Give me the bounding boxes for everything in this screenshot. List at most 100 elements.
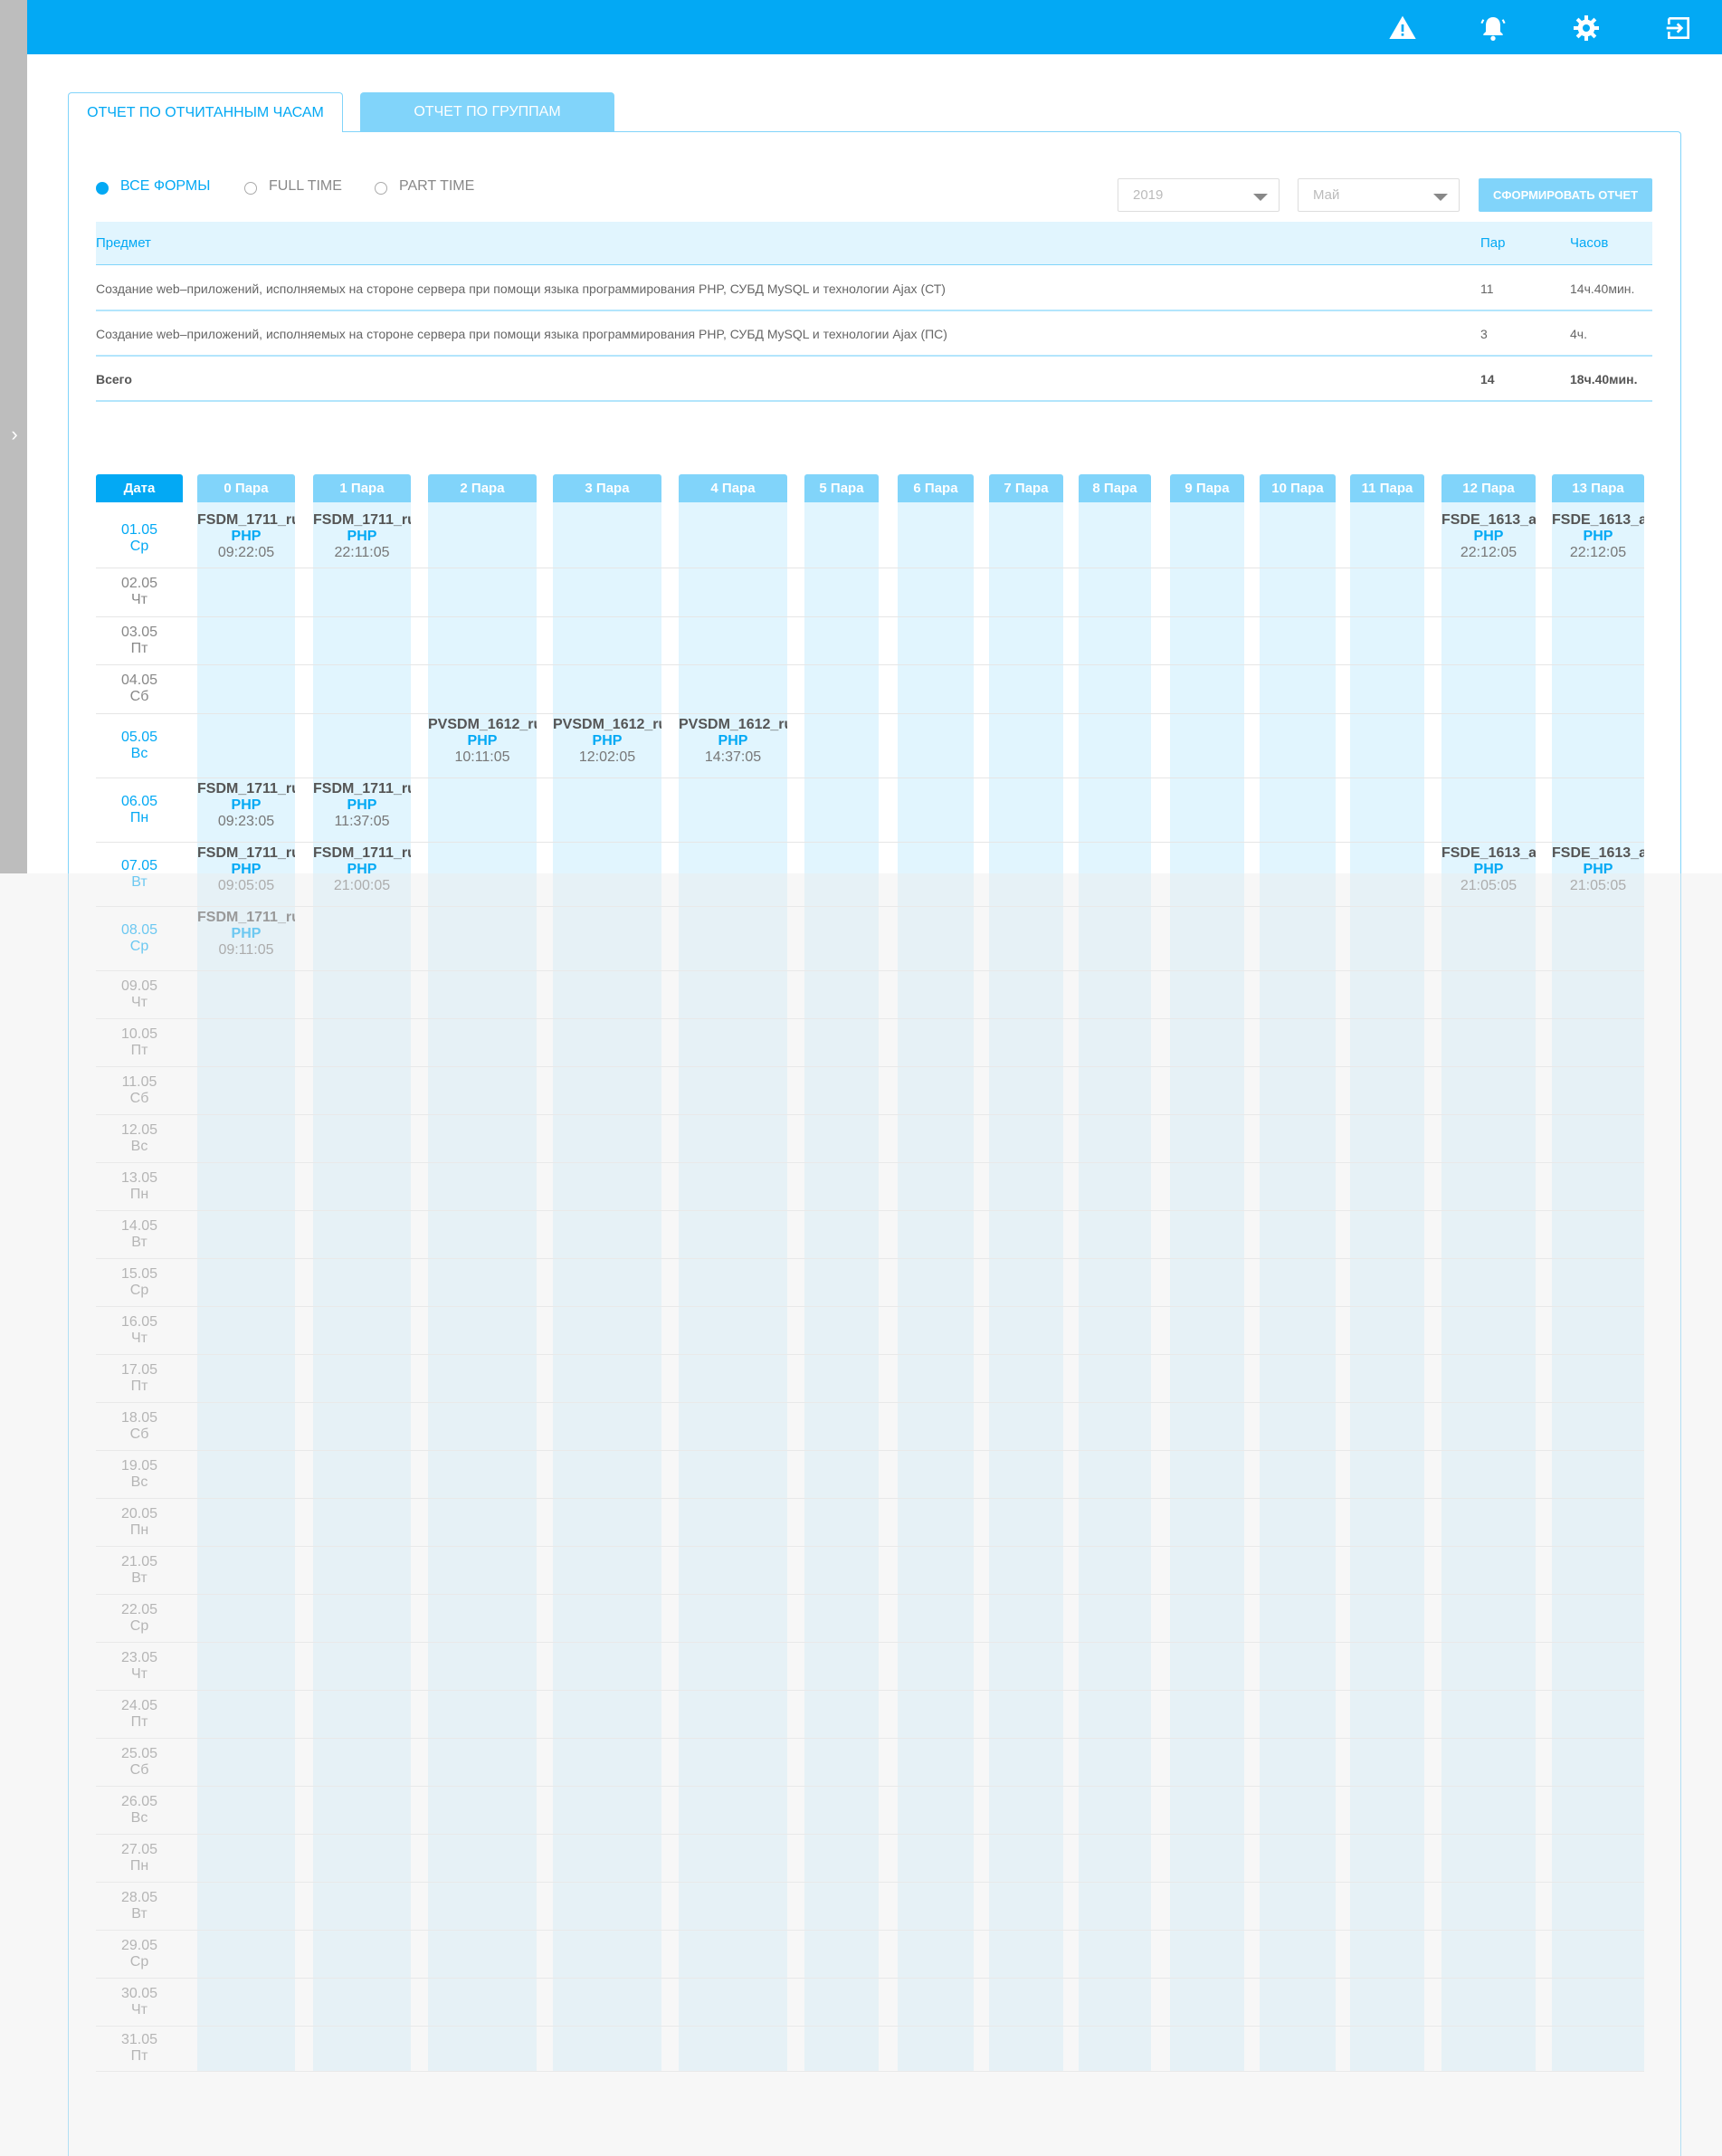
month-select[interactable]: Май [1298,178,1460,212]
entry-subject: PHP [592,733,623,749]
row-divider [96,1738,1644,1739]
entry-subject: PHP [347,529,377,544]
column-header-pair: 0 Пара [197,474,295,502]
date-cell: 06.05 Пн [96,794,183,826]
summary-total-label: Всего [96,372,132,386]
entry-group: FSDM_1711_ru [197,781,295,797]
date-label: 09.05 [120,978,158,994]
weekday-label: Пн [129,1186,149,1202]
entry-subject: PHP [1473,529,1504,544]
radio-all-forms[interactable]: ВСЕ ФОРМЫ [96,177,210,196]
schedule-entry[interactable]: PVSDM_1612_ru PHP 10:11:05 [428,717,537,766]
summary-hours: 14ч.40мин. [1570,281,1635,296]
weekday-label: Чт [131,1330,147,1346]
date-label: 24.05 [120,1697,158,1713]
schedule-entry[interactable]: FSDM_1711_ru PHP 21:00:05 [313,845,411,894]
weekday-label: Пн [129,809,149,825]
schedule-entry[interactable]: FSDM_1711_ru PHP 22:11:05 [313,512,411,561]
entry-time: 09:23:05 [217,814,275,829]
column-header-pair: 5 Пара [804,474,879,502]
entry-time: 21:05:05 [1569,878,1627,893]
date-cell: 22.05 Ср [96,1602,183,1635]
date-label: 28.05 [120,1889,158,1905]
schedule-entry[interactable]: PVSDM_1612_ru PHP 14:37:05 [679,717,787,766]
warning-icon[interactable] [1388,14,1417,43]
row-divider [96,970,1644,971]
schedule-entry[interactable]: FSDM_1711_ru PHP 09:23:05 [197,781,295,830]
gear-icon[interactable] [1572,14,1601,43]
summary-table-header: Предмет Пар Часов [96,222,1652,265]
date-cell: 12.05 Вс [96,1122,183,1155]
chevron-down-icon [1433,194,1448,201]
column-header-pair: 8 Пара [1079,474,1151,502]
date-label: 26.05 [120,1793,158,1809]
entry-time: 09:05:05 [217,878,275,893]
row-divider [96,1978,1644,1979]
weekday-label: Сб [129,1761,149,1778]
date-cell: 02.05 Чт [96,576,183,608]
tab-groups-report[interactable]: ОТЧЕТ ПО ГРУППАМ [360,92,614,132]
row-divider [96,1018,1644,1019]
schedule-entry[interactable]: FSDE_1613_az PHP 21:05:05 [1552,845,1644,894]
row-divider [96,1402,1644,1403]
pair-column-bg [313,502,411,2071]
date-cell: 18.05 Сб [96,1410,183,1443]
date-label: 11.05 [121,1073,157,1090]
date-label: 07.05 [120,857,158,873]
radio-part-time[interactable]: PART TIME [375,177,474,196]
entry-group: PVSDM_1612_ru [679,717,787,732]
date-cell: 13.05 Пн [96,1170,183,1203]
chevron-right-icon[interactable]: › [5,421,24,448]
pair-column-bg [1079,502,1151,2071]
weekday-label: Пн [129,1857,149,1874]
column-header-pair: 12 Пара [1441,474,1536,502]
date-label: 29.05 [120,1937,158,1953]
row-divider [96,1882,1644,1883]
schedule-entry[interactable]: FSDE_1613_az PHP 22:12:05 [1552,512,1644,561]
row-divider [96,777,1644,778]
date-label: 10.05 [120,1026,158,1042]
schedule-entry[interactable]: FSDM_1711_ru PHP 09:22:05 [197,512,295,561]
schedule-entry[interactable]: FSDE_1613_az PHP 22:12:05 [1441,512,1536,561]
header-pairs: Пар [1480,235,1506,251]
pair-column-bg [1441,502,1536,2071]
schedule-entry[interactable]: FSDE_1613_az PHP 21:05:05 [1441,845,1536,894]
date-cell: 29.05 Ср [96,1938,183,1970]
radio-full-time[interactable]: FULL TIME [244,177,342,196]
generate-report-button[interactable]: СФОРМИРОВАТЬ ОТЧЕТ [1479,178,1652,212]
schedule-entry[interactable]: FSDM_1711_ru PHP 09:11:05 [197,910,295,959]
column-header-pair: 1 Пара [313,474,411,502]
date-cell: 03.05 Пт [96,625,183,657]
weekday-label: Пн [129,1522,149,1538]
schedule-entry[interactable]: FSDM_1711_ru PHP 11:37:05 [313,781,411,830]
header-subject: Предмет [96,235,151,251]
weekday-label: Пт [130,1713,148,1730]
date-label: 06.05 [120,793,158,809]
date-label: 20.05 [120,1505,158,1522]
summary-total-row: Всего 14 18ч.40мин. [96,357,1652,402]
row-divider [96,1066,1644,1067]
radio-dot-icon [96,182,109,195]
column-header-pair: 10 Пара [1260,474,1336,502]
weekday-label: Вт [131,1234,147,1250]
year-select[interactable]: 2019 [1118,178,1280,212]
date-cell: 27.05 Пн [96,1842,183,1875]
bell-icon[interactable] [1479,14,1508,43]
month-select-value: Май [1313,187,1340,203]
weekday-label: Пт [130,640,148,656]
schedule-entry[interactable]: FSDM_1711_ru PHP 09:05:05 [197,845,295,894]
tab-hours-report[interactable]: ОТЧЕТ ПО ОТЧИТАННЫМ ЧАСАМ [68,92,343,132]
date-label: 12.05 [120,1121,158,1138]
weekday-label: Чт [131,592,147,607]
entry-subject: PHP [1583,862,1613,877]
logout-icon[interactable] [1664,14,1693,43]
date-label: 18.05 [120,1409,158,1426]
column-header-pair: 11 Пара [1350,474,1424,502]
row-divider [96,664,1644,665]
pair-column-bg [898,502,974,2071]
date-cell: 10.05 Пт [96,1026,183,1059]
entry-subject: PHP [231,862,262,877]
schedule-entry[interactable]: PVSDM_1612_ru PHP 12:02:05 [553,717,661,766]
date-cell: 17.05 Пт [96,1362,183,1395]
entry-subject: PHP [231,797,262,813]
